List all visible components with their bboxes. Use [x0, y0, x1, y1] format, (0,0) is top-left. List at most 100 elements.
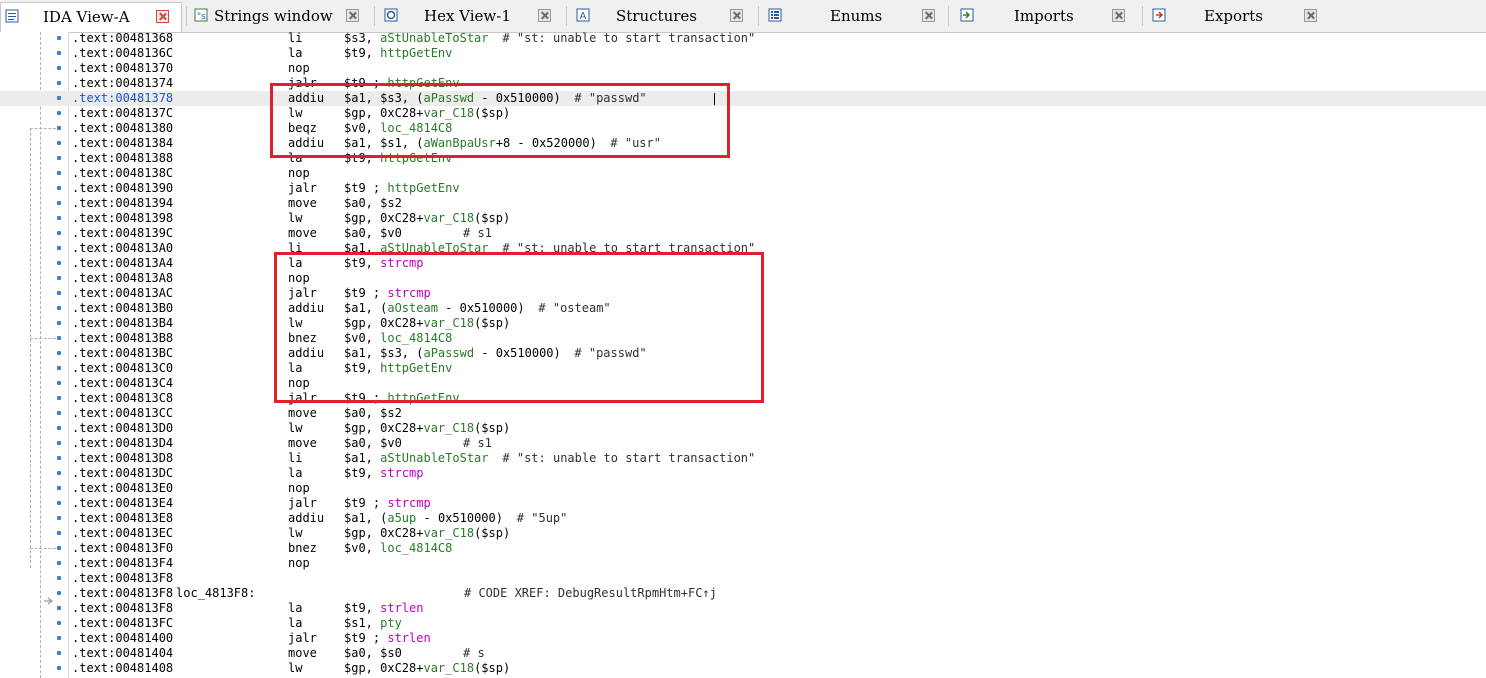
instruction-mnemonic[interactable]: bnez [288, 541, 317, 556]
line-address[interactable]: .text:004813E8 [72, 511, 173, 526]
code-line[interactable]: .text:00481398 lw $gp, 0xC28+var_C18($sp) [0, 211, 1486, 226]
instruction-mnemonic[interactable]: la [288, 466, 302, 481]
line-address[interactable]: .text:004813E0 [72, 481, 173, 496]
line-address[interactable]: .text:004813F0 [72, 541, 173, 556]
code-line[interactable]: .text:004813E8 addiu $a1, (a5up - 0x510000… [0, 511, 1486, 526]
line-address[interactable]: .text:004813F4 [72, 556, 173, 571]
instruction-operands[interactable]: $a1, aStUnableToStar [344, 451, 489, 466]
instruction-operands[interactable]: $t9, strcmp [344, 466, 423, 481]
code-line[interactable]: .text:004813D8 li $a1, aStUnableToStar # "s… [0, 451, 1486, 466]
line-address[interactable]: .text:004813D4 [72, 436, 173, 451]
instruction-operands[interactable]: $gp, 0xC28+var_C18($sp) [344, 526, 510, 541]
code-line[interactable]: .text:00481380 beqz $v0, loc_4814C8 [0, 121, 1486, 136]
line-address[interactable]: .text:00481390 [72, 181, 173, 196]
instruction-operands[interactable]: $t9, strlen [344, 601, 423, 616]
instruction-operands[interactable]: $a1, (a5up - 0x510000) [344, 511, 503, 526]
line-address[interactable]: .text:00481400 [72, 631, 173, 646]
code-line[interactable]: .text:004813EC lw $gp, 0xC28+var_C18($sp) [0, 526, 1486, 541]
line-address[interactable]: .text:00481408 [72, 661, 173, 676]
line-address[interactable]: .text:004813C4 [72, 376, 173, 391]
tab-enums[interactable]: Enums [764, 2, 944, 30]
instruction-mnemonic[interactable]: lw [288, 661, 302, 676]
line-address[interactable]: .text:00481380 [72, 121, 173, 136]
line-address[interactable]: .text:004813A0 [72, 241, 173, 256]
code-line[interactable]: .text:004813F8 [0, 571, 1486, 586]
instruction-operands[interactable]: $s1, pty [344, 616, 402, 631]
instruction-mnemonic[interactable]: move [288, 646, 317, 661]
instruction-mnemonic[interactable]: li [288, 451, 302, 466]
instruction-operands[interactable]: $t9, httpGetEnv [344, 46, 452, 61]
line-address[interactable]: .text:004813B8 [72, 331, 173, 346]
tab-hex-view-1[interactable]: Hex View-1 [380, 2, 556, 30]
tab-exports[interactable]: Exports [1148, 2, 1324, 30]
line-address[interactable]: .text:00481394 [72, 196, 173, 211]
instruction-operands[interactable]: $a0, $s2 [344, 196, 402, 211]
line-address[interactable]: .text:004813A4 [72, 256, 173, 271]
line-address[interactable]: .text:00481388 [72, 151, 173, 166]
instruction-mnemonic[interactable]: move [288, 436, 317, 451]
code-line[interactable]: .text:004813F8 la $t9, strlen [0, 601, 1486, 616]
line-address[interactable]: .text:0048137C [72, 106, 173, 121]
instruction-mnemonic[interactable]: nop [288, 481, 310, 496]
code-line[interactable]: .text:00481374 jalr $t9 ; httpGetEnv [0, 76, 1486, 91]
line-address[interactable]: .text:004813B0 [72, 301, 173, 316]
close-icon[interactable] [1112, 9, 1125, 22]
code-line[interactable]: .text:004813D4 move $a0, $v0 # s1 [0, 436, 1486, 451]
instruction-mnemonic[interactable]: la [288, 616, 302, 631]
instruction-operands[interactable]: $gp, 0xC28+var_C18($sp) [344, 661, 510, 676]
line-address[interactable]: .text:004813F8 [72, 601, 173, 616]
close-icon[interactable] [156, 10, 169, 23]
tab-imports[interactable]: Imports [956, 2, 1136, 30]
instruction-mnemonic[interactable]: nop [288, 61, 310, 76]
line-address[interactable]: .text:004813C8 [72, 391, 173, 406]
close-icon[interactable] [346, 9, 359, 22]
instruction-mnemonic[interactable]: lw [288, 526, 302, 541]
close-icon[interactable] [1304, 9, 1317, 22]
close-icon[interactable] [730, 9, 743, 22]
line-address[interactable]: .text:004813CC [72, 406, 173, 421]
instruction-operands[interactable]: $s3, aStUnableToStar [344, 31, 489, 46]
line-address[interactable]: .text:004813D0 [72, 421, 173, 436]
code-line[interactable]: .text:004813E4 jalr $t9 ; strcmp [0, 496, 1486, 511]
instruction-operands[interactable]: $v0, loc_4814C8 [344, 541, 452, 556]
line-address[interactable]: .text:004813E4 [72, 496, 173, 511]
tab-strings-window[interactable]: "s Strings window [190, 2, 366, 30]
line-address[interactable]: .text:0048139C [72, 226, 173, 241]
code-line[interactable]: .text:00481368 li $s3, aStUnableToStar # "s… [0, 31, 1486, 46]
instruction-mnemonic[interactable]: jalr [288, 631, 317, 646]
code-line[interactable]: .text:004813CC move $a0, $s2 [0, 406, 1486, 421]
line-address[interactable]: .text:004813F8 [72, 586, 173, 601]
line-address[interactable]: .text:00481384 [72, 136, 173, 151]
code-line[interactable]: .text:004813FC la $s1, pty [0, 616, 1486, 631]
instruction-operands[interactable]: $t9 ; httpGetEnv [344, 181, 460, 196]
close-icon[interactable] [922, 9, 935, 22]
code-line[interactable]: .text:0048139C move $a0, $v0 # s1 [0, 226, 1486, 241]
instruction-operands[interactable]: $t9 ; strcmp [344, 496, 431, 511]
code-line[interactable]: .text:004813DC la $t9, strcmp [0, 466, 1486, 481]
instruction-operands[interactable]: $a0, $s0 [344, 646, 402, 661]
instruction-operands[interactable]: $a0, $v0 [344, 436, 402, 451]
code-line[interactable]: .text:0048138C nop [0, 166, 1486, 181]
instruction-mnemonic[interactable]: la [288, 601, 302, 616]
instruction-mnemonic[interactable]: nop [288, 556, 310, 571]
line-address[interactable]: .text:00481378 [72, 91, 173, 106]
instruction-operands[interactable]: $a0, $v0 [344, 226, 402, 241]
line-address[interactable]: .text:004813BC [72, 346, 173, 361]
line-address[interactable]: .text:004813EC [72, 526, 173, 541]
instruction-mnemonic[interactable]: li [288, 31, 302, 46]
code-line[interactable]: .text:0048136C la $t9, httpGetEnv [0, 46, 1486, 61]
code-line[interactable]: .text:00481384 addiu $a1, $s1, (aWanBpaUsr… [0, 136, 1486, 151]
line-address[interactable]: .text:00481368 [72, 31, 173, 46]
instruction-operands[interactable]: $gp, 0xC28+var_C18($sp) [344, 211, 510, 226]
instruction-operands[interactable]: $gp, 0xC28+var_C18($sp) [344, 421, 510, 436]
code-line[interactable]: .text:00481390 jalr $t9 ; httpGetEnv [0, 181, 1486, 196]
code-line[interactable]: .text:00481408 lw $gp, 0xC28+var_C18($sp) [0, 661, 1486, 676]
code-line[interactable]: .text:004813F8 loc_4813F8: # CODE XREF: De… [0, 586, 1486, 601]
line-address[interactable]: .text:004813B4 [72, 316, 173, 331]
code-line[interactable]: .text:004813F4 nop [0, 556, 1486, 571]
instruction-mnemonic[interactable]: lw [288, 211, 302, 226]
tab-structures[interactable]: A Structures [572, 2, 752, 30]
line-address[interactable]: .text:004813D8 [72, 451, 173, 466]
line-address[interactable]: .text:00481404 [72, 646, 173, 661]
instruction-mnemonic[interactable]: la [288, 46, 302, 61]
